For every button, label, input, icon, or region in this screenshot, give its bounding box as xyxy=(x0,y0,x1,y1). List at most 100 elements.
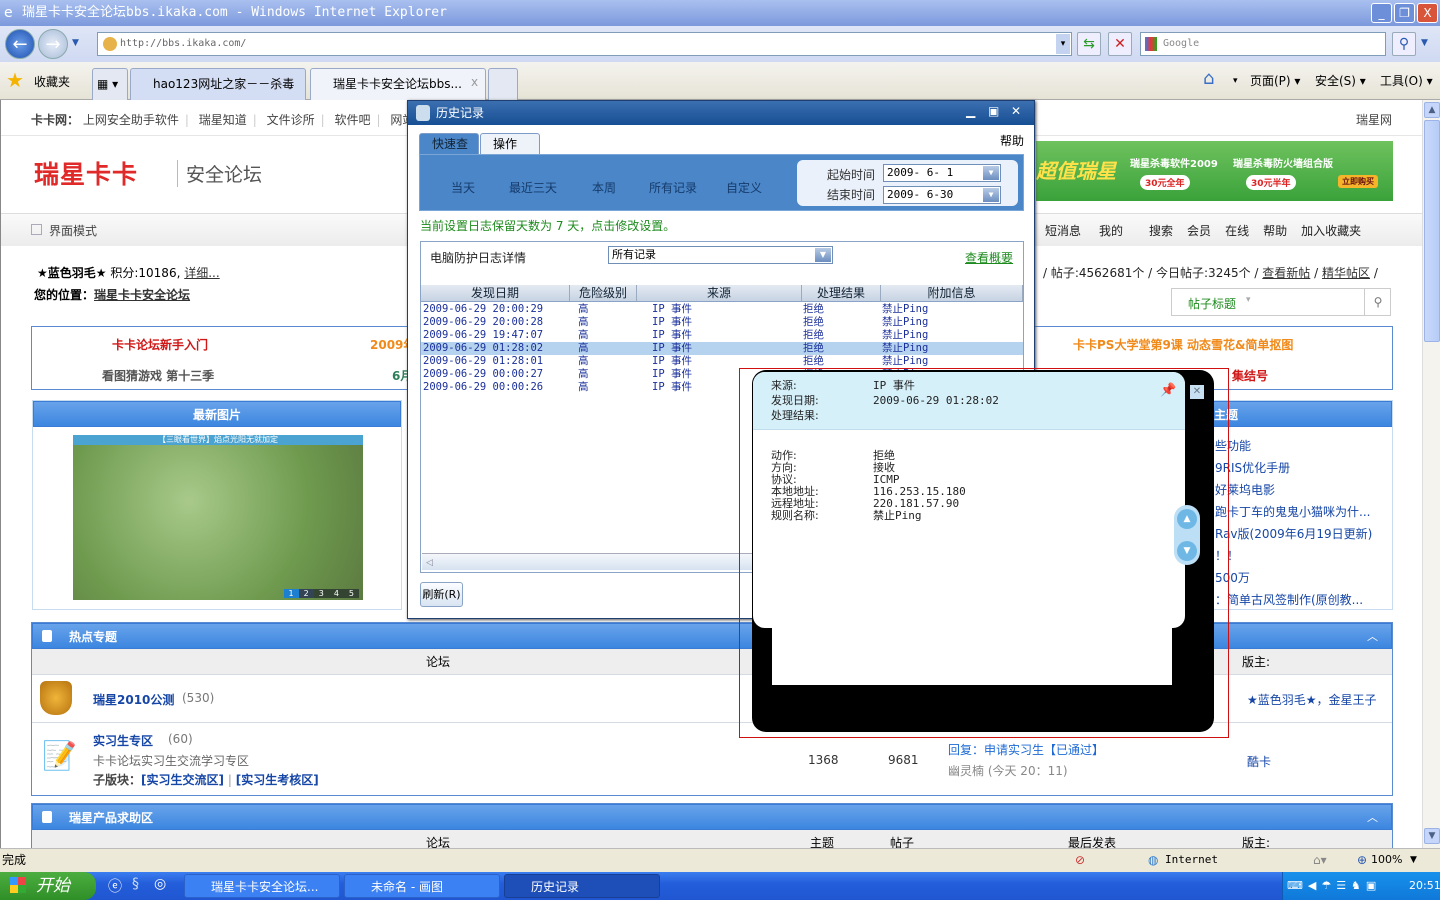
collapse-icon[interactable]: ︿ xyxy=(1367,809,1378,825)
scroll-down-icon[interactable]: ▼ xyxy=(1424,828,1440,844)
filter-today[interactable]: 当天 xyxy=(451,179,475,196)
ad-banner[interactable]: 超值瑞星 瑞星杀毒软件2009 瑞星杀毒防火墙组合版 30元全年 30元半年 立… xyxy=(1036,141,1393,201)
safety-menu[interactable]: 安全(S) ▾ xyxy=(1315,72,1366,89)
dialog-minimize-button[interactable]: ▁ xyxy=(966,104,975,118)
help-link[interactable]: 帮助 xyxy=(1000,132,1024,149)
announcement-link[interactable]: 卡卡论坛新手入门 xyxy=(112,336,208,353)
picture-page-button[interactable]: 4 xyxy=(328,589,344,598)
log-row[interactable]: 2009-06-29 20:00:29 高 IP 事件 拒绝 禁止Ping xyxy=(421,303,1023,316)
tab-close-icon[interactable]: x xyxy=(471,75,478,89)
page-menu[interactable]: 页面(P) ▾ xyxy=(1250,72,1300,89)
chevron-down-icon[interactable]: ▼ xyxy=(983,188,999,202)
tools-menu[interactable]: 工具(O) ▾ xyxy=(1380,72,1433,89)
view-summary-link[interactable]: 查看概要 xyxy=(965,249,1013,266)
log-filter-select[interactable]: 所有记录 ▼ xyxy=(608,246,833,264)
topnav-link[interactable]: 上网安全助手软件 xyxy=(83,113,179,127)
hot-topic-link[interactable]: 9RIS优化手册 xyxy=(1215,457,1372,479)
retention-notice-link[interactable]: 当前设置日志保留天数为 7 天，点击修改设置。 xyxy=(420,217,675,234)
tab-hao123[interactable]: hao123网址之家－－杀毒 xyxy=(130,68,306,100)
announcement-link[interactable]: 集结号 xyxy=(1232,367,1268,384)
nav-add-favorites[interactable]: 加入收藏夹 xyxy=(1301,224,1361,238)
nav-members[interactable]: 会员 xyxy=(1187,224,1211,238)
hot-topic-link[interactable]: Rav版(2009年6月19日更新) xyxy=(1215,523,1372,545)
history-dropdown-icon[interactable]: ▼ xyxy=(72,38,79,48)
nav-search[interactable]: 搜索 xyxy=(1149,224,1173,238)
dialog-close-button[interactable]: ✕ xyxy=(1011,104,1021,118)
minimize-button[interactable]: _ xyxy=(1371,3,1392,23)
taskbar-item-paint[interactable]: 未命名 - 画图 xyxy=(344,874,500,898)
elite-link[interactable]: 精华帖区 xyxy=(1322,266,1370,280)
forum-search-box[interactable]: 帖子标题 ▾ ⚲ xyxy=(1171,288,1391,316)
forum-link[interactable]: 瑞星2010公测 xyxy=(93,691,174,708)
tab-operations[interactable]: 操作 xyxy=(480,133,540,155)
zoom-dropdown-icon[interactable]: ▼ xyxy=(1410,849,1417,871)
chevron-down-icon[interactable]: ▼ xyxy=(983,166,999,180)
picture-page-button[interactable]: 1 xyxy=(283,589,299,598)
breadcrumb-home[interactable]: 瑞星卡卡安全论坛 xyxy=(94,288,190,302)
last-post-link[interactable]: 回复：申请实习生【已通过】 xyxy=(948,741,1104,758)
filter-last-3-days[interactable]: 最近三天 xyxy=(509,179,557,196)
zoom-level[interactable]: 100% xyxy=(1371,849,1402,871)
home-dropdown-icon[interactable]: ▾ xyxy=(1233,76,1238,86)
taskbar-item-history[interactable]: 历史记录 xyxy=(504,874,660,898)
start-date-picker[interactable]: 2009- 6- 1 ▼ xyxy=(883,164,1001,182)
filter-all[interactable]: 所有记录 xyxy=(649,179,697,196)
quicklaunch-app-icon[interactable]: § xyxy=(132,876,139,892)
interface-mode-label[interactable]: 界面模式 xyxy=(49,222,97,239)
favorites-star-icon[interactable]: ★ xyxy=(6,68,24,92)
collapse-icon[interactable]: ︿ xyxy=(1367,628,1378,644)
hot-topic-link[interactable]: 些功能 xyxy=(1215,435,1372,457)
mode-checkbox[interactable] xyxy=(31,224,42,235)
home-icon[interactable]: ⌂ xyxy=(1203,68,1214,89)
stop-icon[interactable]: ✕ xyxy=(1108,32,1132,56)
rising-link[interactable]: 瑞星网 xyxy=(1356,111,1392,128)
forum-link[interactable]: 实习生专区 xyxy=(93,732,153,749)
subforum-link[interactable]: [实习生交流区] xyxy=(141,773,224,787)
search-go-icon[interactable]: ⚲ xyxy=(1392,32,1416,56)
hot-topic-link[interactable]: ：简单古风签制作(原创教... xyxy=(1215,589,1372,611)
forum-logo[interactable]: 瑞星卡卡 xyxy=(34,155,138,191)
announcement-link[interactable]: 看图猜游戏 第十三季 xyxy=(102,367,214,384)
back-button[interactable]: ← xyxy=(5,29,35,59)
log-row[interactable]: 2009-06-29 01:28:01 高 IP 事件 拒绝 禁止Ping xyxy=(421,355,1023,368)
topnav-link[interactable]: 软件吧 xyxy=(335,113,371,127)
announcement-link[interactable]: 卡卡PS大学堂第9课 动态雪花&简单抠图 xyxy=(1073,336,1293,353)
buy-now-button[interactable]: 立即购买 xyxy=(1338,175,1378,188)
topnav-link[interactable]: 文件诊所 xyxy=(267,113,315,127)
log-row[interactable]: 2009-06-29 19:47:07 高 IP 事件 拒绝 禁止Ping xyxy=(421,329,1023,342)
search-input[interactable]: Google xyxy=(1140,32,1386,56)
refresh-icon[interactable]: ⇆ xyxy=(1077,32,1101,56)
tray-icons[interactable]: ⌨◀☂☰♞▣ xyxy=(1283,879,1381,892)
search-icon[interactable]: ⚲ xyxy=(1364,289,1391,315)
nav-mine[interactable]: 我的 xyxy=(1099,224,1123,238)
quick-tabs-icon[interactable]: ▦ ▾ xyxy=(92,68,128,100)
nav-messages[interactable]: 短消息 xyxy=(1045,224,1081,238)
taskbar-item-ie[interactable]: 瑞星卡卡安全论坛... xyxy=(184,874,340,898)
scroll-up-icon[interactable]: ▲ xyxy=(1424,102,1440,118)
quicklaunch-ie-icon[interactable]: ⓔ xyxy=(108,876,122,896)
filter-this-week[interactable]: 本周 xyxy=(592,179,616,196)
col-info[interactable]: 附加信息 xyxy=(881,285,1023,302)
search-type-select[interactable]: 帖子标题 xyxy=(1188,295,1236,312)
scroll-thumb[interactable] xyxy=(1424,120,1440,342)
hot-topic-link[interactable]: 跑卡丁车的鬼鬼小猫咪为什... xyxy=(1215,501,1372,523)
picture-page-button[interactable]: 2 xyxy=(298,589,314,598)
address-bar[interactable]: http://bbs.ikaka.com/ xyxy=(97,32,1072,56)
log-row[interactable]: 2009-06-29 20:00:28 高 IP 事件 拒绝 禁止Ping xyxy=(421,316,1023,329)
tab-ikaka[interactable]: 瑞星卡卡安全论坛bbs... xyxy=(310,68,486,100)
filter-custom[interactable]: 自定义 xyxy=(726,179,762,196)
log-row[interactable]: 2009-06-29 01:28:02 高 IP 事件 拒绝 禁止Ping xyxy=(421,342,1023,355)
quicklaunch-app-icon[interactable]: ◎ xyxy=(154,876,166,892)
hot-topic-link[interactable]: 好莱坞电影 xyxy=(1215,479,1372,501)
picture-page-button[interactable]: 5 xyxy=(343,589,359,598)
close-button[interactable]: X xyxy=(1417,3,1438,23)
subforum-link[interactable]: [实习生考核区] xyxy=(236,773,319,787)
new-posts-link[interactable]: 查看新帖 xyxy=(1262,266,1310,280)
refresh-button[interactable]: 刷新(R) xyxy=(420,582,463,607)
moderators[interactable]: ★蓝色羽毛★，金星王子 xyxy=(1247,691,1377,708)
user-detail-link[interactable]: 详细... xyxy=(184,266,219,280)
address-dropdown-icon[interactable]: ▾ xyxy=(1056,34,1070,54)
scroll-left-icon[interactable]: ◁ xyxy=(422,558,433,568)
search-options-icon[interactable]: ▼ xyxy=(1421,38,1428,48)
favorites-button[interactable]: 收藏夹 xyxy=(34,73,70,90)
